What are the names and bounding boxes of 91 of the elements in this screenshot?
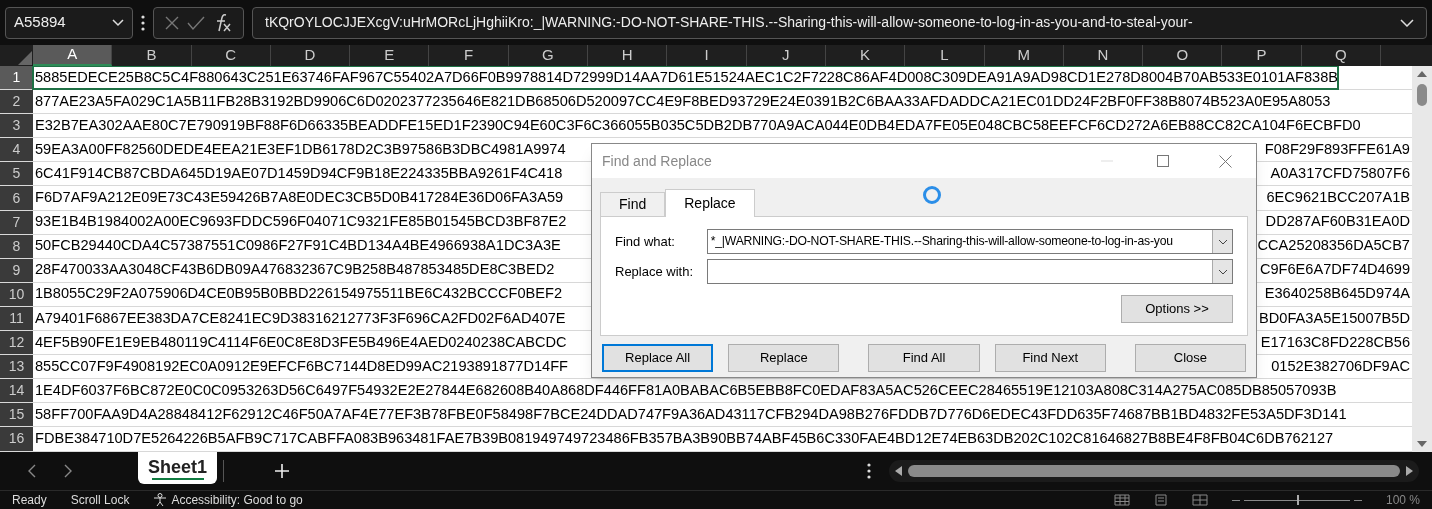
cancel-icon[interactable] — [163, 14, 180, 31]
dropdown-field[interactable]: *_|WARNING:-DO-NOT-SHARE-THIS.--Sharing-this-will-allow-someone-to-log-in-as-you — [706, 229, 1233, 254]
more-icon[interactable] — [141, 14, 145, 31]
row-header[interactable]: 16 — [0, 427, 33, 451]
cell-text: F6D7AF9A212E09E73C43E59426B7A8E0DEC3CB5D0B417284E36D06FA3A59 — [34, 188, 564, 208]
cell-text: BD0FA3A5E15007B5D — [1259, 308, 1410, 328]
page-break-icon[interactable] — [1191, 494, 1208, 506]
dialog-button[interactable]: Find Next — [994, 344, 1106, 372]
column-header[interactable]: A — [33, 45, 113, 66]
cell-text: CCA25208356DA5CB7 — [1257, 236, 1410, 256]
row-header[interactable]: 8 — [0, 234, 33, 258]
dialog-button[interactable]: Replace All — [602, 344, 714, 372]
row-header[interactable]: 3 — [0, 114, 33, 138]
cell-text: 4EF5B90FE1E9EB480119C4114F6E0C8E8D3FE5B496E4AED0240238CABCDC — [34, 332, 567, 352]
dialog-button[interactable]: Replace — [728, 344, 840, 372]
cell-text: 6C41F914CB87CBDA645D19AE07D1459D94CF9B18E224335BBA9261F4C418 — [34, 163, 563, 183]
scroll-up-icon[interactable] — [1416, 70, 1428, 78]
dialog-tab[interactable]: Find — [600, 192, 666, 216]
options-button[interactable]: Options >> — [1121, 295, 1233, 323]
previous-sheet-icon[interactable] — [28, 464, 36, 478]
accessibility-icon[interactable] — [153, 493, 168, 507]
cell-text: E17163C8FD228CB56 — [1260, 332, 1410, 352]
more-icon[interactable] — [867, 463, 872, 479]
slider-thumb[interactable] — [1296, 495, 1299, 505]
row-header[interactable]: 10 — [0, 282, 33, 306]
page-layout-icon[interactable] — [1153, 494, 1168, 506]
cell-text: DD287AF60B31EA0D — [1265, 212, 1410, 232]
cell-text: 6EC9621BCC207A1B — [1266, 188, 1410, 208]
scroll-left-icon[interactable] — [895, 466, 903, 476]
row-header[interactable]: 2 — [0, 90, 33, 114]
status-text: Ready — [12, 492, 47, 509]
scroll-right-icon[interactable] — [1406, 466, 1414, 476]
loading-spinner-icon — [922, 185, 942, 205]
dialog-tab[interactable]: Replace — [665, 189, 755, 217]
field-label: Find what: — [615, 232, 676, 251]
dialog-button[interactable]: Find All — [868, 344, 980, 372]
row-header[interactable]: 14 — [0, 379, 33, 403]
cell-text: 1B8055C29F2A075906D4CE0B95B0BBD226154975511BE6C432BCCCF0BEF2 — [34, 284, 563, 304]
chevron-down-icon — [1217, 238, 1228, 245]
scroll-down-icon[interactable] — [1416, 440, 1428, 448]
zoom-level[interactable]: 100 % — [1385, 491, 1420, 509]
cell-text: F08F29F893FFE61A9 — [1264, 139, 1410, 159]
cell-text: 877AE23A5FA029C1A5B11FB28B3192BD9906C6D0202377235646E821DB68506D520097CC4E9F8BED93729E24E0391B2C6BAA33AFDADDCA21EC01DD24F2BF0FF38B8074B523A0E95A8053 — [34, 91, 1331, 111]
close-icon[interactable] — [1219, 154, 1232, 168]
cell-text: 855CC07F9F4908192EC0A0912E9EFCF6BC7144D8ED99AC2193891877D14FF — [34, 356, 568, 376]
chevron-down-icon — [1217, 268, 1228, 275]
row-header[interactable]: 4 — [0, 138, 33, 162]
status-text: Scroll Lock — [70, 492, 130, 509]
horizontal-scrollbar[interactable] — [889, 460, 1420, 482]
corner-triangle-icon[interactable] — [17, 50, 33, 66]
dialog-button[interactable]: Close — [1134, 344, 1247, 372]
add-sheet-icon[interactable] — [274, 463, 291, 479]
row-header[interactable]: 5 — [0, 162, 33, 186]
cell-text: C9F6E6A7DF74D4699 — [1259, 260, 1410, 280]
cell-text: 5885EDECE25B8C5C4F880643C251E63746FAF967C55402A7D66F0B9978814D72999D14AA7D61E51524AEC1C2F7228C86AF4D008C309DEA91A9AD98CD1E278D8004B70AB533E0101AF838B — [33, 66, 1338, 90]
row-header[interactable]: 6 — [0, 186, 33, 210]
cell-text: 28F470033AA3048CF43B6DB09A476832367C9B258B487853485DE8C3BED2 — [34, 260, 555, 280]
row-header[interactable]: 12 — [0, 331, 33, 355]
check-icon[interactable] — [187, 14, 206, 31]
cell-text: 50FCB29440CDA4C57387551C0986F27F91C4BD134A4BE4966938A1DC3A3E — [34, 236, 561, 256]
cell-text: 58FF700FAA9D4A28848412F62912C46F50A7AF4E77EF3B78FBE0F58498F7BCE24DDAD747F9A36AD43117CFB294DA98B276FDDB7D776D6EDEC43FDD635F74687BB1BD4832FE53A5DF3D141 — [34, 404, 1347, 424]
cell-text: A0A317CFD75807F6 — [1270, 163, 1410, 183]
cell-text: E3640258B645D974A — [1264, 284, 1410, 304]
cell-text: 93E1B4B1984002A00EC9693FDDC596F04071C9321FE85B01545BCD3BF87E2 — [34, 212, 567, 232]
status-text: Accessibility: Good to go — [171, 492, 303, 509]
row-header[interactable]: 9 — [0, 258, 33, 282]
vertical-scrollbar[interactable] — [1412, 66, 1432, 452]
cell-text: 59EA3A00FF82560DEDE4EEA21E3EF1DB6178D2C3B97586B3DBC4981A9974 — [34, 139, 566, 159]
cell-text: FDBE384710D7E5264226B5AFB9C717CABFFA083B963481FAE7B39B081949749723486FB357BA3B90BB74ABF45B6C330FAE4BD12E74EB63DB202C102C81646827B8BE4F8FB04C6DB762127 — [34, 429, 1334, 448]
maximize-icon[interactable] — [1157, 155, 1169, 167]
row-header[interactable]: 1 — [0, 66, 33, 90]
row-header[interactable]: 7 — [0, 210, 33, 234]
next-sheet-icon[interactable] — [64, 464, 72, 478]
dialog-title: Find and Replace — [602, 151, 713, 171]
cell-text: A79401F6867EE383DA7CE8241EC9D38316212773F3F696CA2FD02F6AD407E — [34, 308, 566, 328]
row-header[interactable]: 13 — [0, 355, 33, 379]
cell-text: 0152E382706DF9AC — [1271, 356, 1410, 376]
scroll-thumb[interactable] — [1417, 84, 1427, 106]
name-box[interactable]: A55894 — [5, 6, 133, 39]
expand-icon[interactable] — [1400, 18, 1414, 27]
zoom-slider[interactable] — [1243, 495, 1350, 505]
formula-bar[interactable]: tKQrOYLOCJJEXcgV:uHrMORcLjHghiiKro:_|WARNING:-DO-NOT-SHARE-THIS.--Sharing-this-will-allow-someone-to-log-in-as-you-and-to-steal-your- — [252, 6, 1427, 39]
sheet-tab[interactable]: Sheet1 — [138, 452, 218, 484]
field-label: Replace with: — [615, 262, 695, 281]
chevron-down-icon — [112, 18, 124, 27]
cell-text: E32B7EA302AAE80C7E790919BF88F6D66335BEADDFE15ED1F2390C94E60C3F6C366055B035C5DB2DB770A9ACA044E0DB4EDA7FE05E048CBC58EEFCF6CD272A6EB88CC82CA104F6ECBFD0 — [34, 115, 1361, 135]
dropdown-field[interactable] — [706, 259, 1233, 284]
normal-view-icon[interactable] — [1113, 494, 1130, 506]
row-header[interactable]: 15 — [0, 403, 33, 427]
cell-text: 1E4DF6037F6BC872E0C0C0953263D56C6497F54932E2E27844E682608B40A868DF446FF81A0BABAC6B5EBB8FC0EDAF83A5AC526CEEC28465519E12103A808C314A275AC085DB85057093B — [34, 380, 1337, 400]
row-header[interactable]: 11 — [0, 306, 33, 331]
